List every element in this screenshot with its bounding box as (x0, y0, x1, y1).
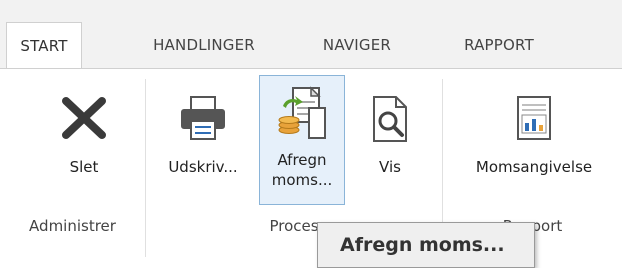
vat-report-chart-icon (514, 93, 554, 147)
slet-label: Slet (69, 158, 99, 176)
vat-return-label: Momsangivelse (475, 158, 593, 176)
ribbon-tab-bar: START HANDLINGER NAVIGER RAPPORT (0, 0, 622, 68)
delete-x-icon (60, 95, 108, 145)
settle-vat-icon (275, 84, 329, 150)
tab-start-label: START (20, 36, 68, 55)
print-label: Udskriv... (168, 158, 238, 176)
view-button[interactable]: Vis (352, 79, 428, 194)
tooltip-text: Afregn moms... (340, 234, 505, 256)
tab-start[interactable]: START (6, 22, 82, 68)
printer-icon (177, 93, 229, 147)
print-button[interactable]: Udskriv... (152, 79, 254, 194)
preview-magnifier-icon (368, 93, 412, 149)
slet-button[interactable]: Slet (40, 79, 128, 194)
tab-naviger[interactable]: NAVIGER (302, 22, 412, 68)
group-label-administrer: Administrer (29, 217, 116, 235)
tab-rapport-label: RAPPORT (464, 36, 534, 54)
settle-vat-label-line1: Afregn (277, 151, 327, 169)
vat-return-button[interactable]: Momsangivelse (450, 79, 618, 194)
tooltip: Afregn moms... (317, 222, 535, 268)
tab-handlinger-label: HANDLINGER (153, 36, 255, 54)
settle-vat-button[interactable]: Afregn moms... (259, 75, 345, 205)
settle-vat-label-line2: moms... (271, 171, 333, 189)
view-label: Vis (379, 158, 401, 176)
tab-rapport[interactable]: RAPPORT (444, 22, 554, 68)
tab-naviger-label: NAVIGER (322, 36, 392, 54)
tab-handlinger[interactable]: HANDLINGER (134, 22, 274, 68)
